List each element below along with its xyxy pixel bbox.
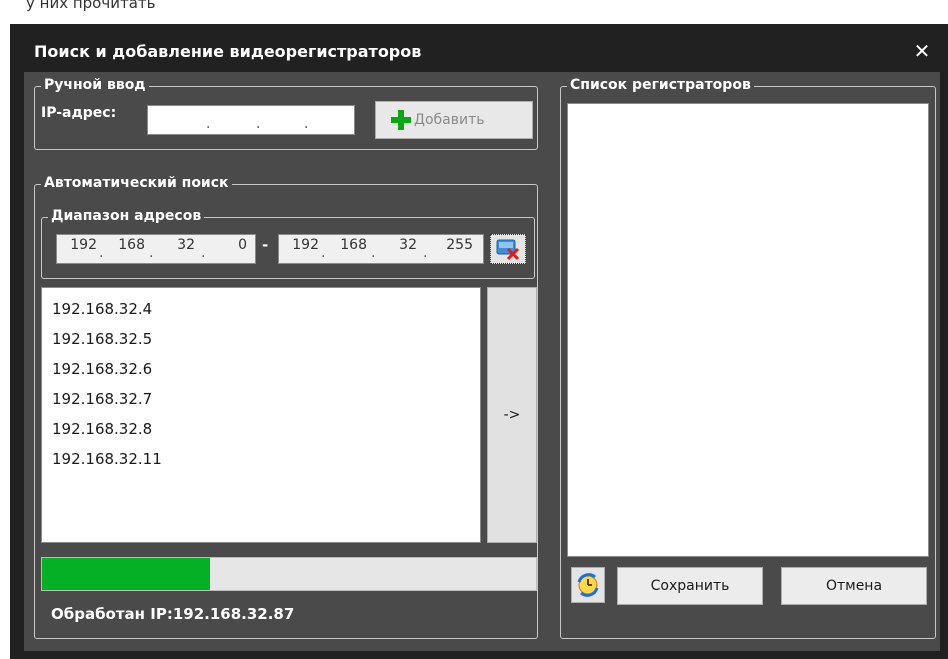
title-bar: Поиск и добавление видеорегистраторов ✕ [24,38,944,68]
octet: 32 [399,237,417,253]
octet: 32 [177,237,195,253]
auto-search-group: Автоматический поиск Диапазон адресов 19… [34,174,538,639]
manual-input-group: Ручной ввод IP-адрес: . . . Добавить [34,76,538,150]
found-device-item[interactable]: 192.168.32.4 [42,294,480,324]
plus-icon [391,110,411,130]
caption-text: у них прочитать [26,0,156,12]
range-separator: - [262,236,269,254]
address-range-legend: Диапазон адресов [48,207,205,225]
range-from-input[interactable]: 192 . 168 . 32 . 0 [56,234,256,264]
found-devices-list[interactable]: 192.168.32.4 192.168.32.5 192.168.32.6 192.… [41,287,481,543]
refresh-clock-icon [577,573,599,597]
octet: 255 [446,237,473,253]
cancel-button-label: Отмена [825,578,883,594]
close-button[interactable]: ✕ [908,38,936,66]
window-title: Поиск и добавление видеорегистраторов [34,42,422,61]
scan-progress-bar [41,557,537,591]
ip-dot: . [371,245,376,261]
scan-status: Обработан IP:192.168.32.87 [51,605,295,623]
recorders-list[interactable] [567,103,929,557]
manual-input-legend: Ручной ввод [41,76,149,94]
add-button[interactable]: Добавить [375,101,533,139]
ip-dot: . [99,245,104,261]
ip-dot: . [206,116,211,132]
ip-dot: . [149,245,154,261]
found-device-item[interactable]: 192.168.32.7 [42,384,480,414]
cancel-button[interactable]: Отмена [781,567,927,605]
auto-search-legend: Автоматический поиск [41,174,232,192]
dialog-window: Поиск и добавление видеорегистраторов ✕ … [10,24,948,659]
add-button-label: Добавить [414,112,485,128]
ip-address-label: IP-адрес: [41,105,117,121]
octet: 192 [70,237,97,253]
transfer-button[interactable]: -> [487,287,537,543]
recorders-legend: Список регистраторов [567,76,754,94]
found-device-item[interactable]: 192.168.32.6 [42,354,480,384]
octet: 192 [292,237,319,253]
transfer-button-label: -> [503,407,521,423]
ip-dot: . [201,245,206,261]
octet: 0 [238,237,247,253]
octet: 168 [118,237,145,253]
stop-search-icon [496,239,520,261]
refresh-button[interactable] [571,567,605,603]
manual-ip-input[interactable]: . . . [147,105,355,135]
address-range-group: Диапазон адресов 192 . 168 . 32 . 0 - 19… [41,207,535,279]
ip-dot: . [321,245,326,261]
dialog-content: Ручной ввод IP-адрес: . . . Добавить Авт… [24,72,940,651]
recorders-group: Список регистраторов Сохранить Отмена [560,76,936,639]
caption-strip: у них прочитать [0,0,948,24]
save-button[interactable]: Сохранить [617,567,763,605]
ip-dot: . [423,245,428,261]
scan-progress-fill [42,558,210,590]
found-device-item[interactable]: 192.168.32.11 [42,444,480,474]
save-button-label: Сохранить [650,578,730,594]
ip-dot: . [304,116,309,132]
found-device-item[interactable]: 192.168.32.8 [42,414,480,444]
range-to-input[interactable]: 192 . 168 . 32 . 255 [278,234,484,264]
found-device-item[interactable]: 192.168.32.5 [42,324,480,354]
stop-search-button[interactable] [490,234,526,264]
ip-dot: . [256,116,261,132]
octet: 168 [340,237,367,253]
